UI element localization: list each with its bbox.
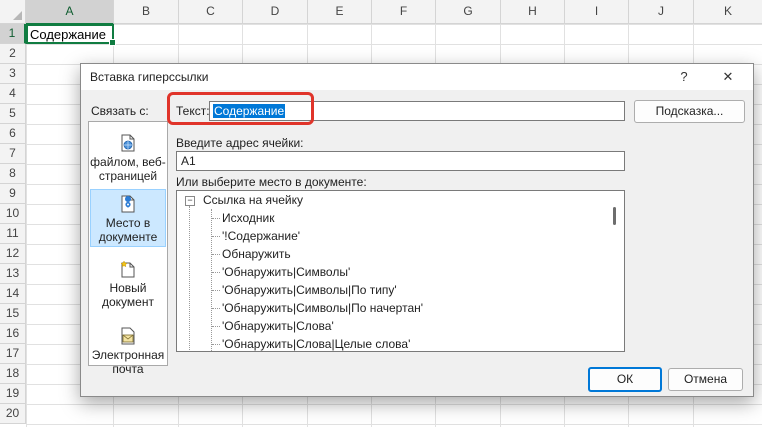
tree-item[interactable]: Исходник	[222, 211, 274, 225]
column-header-d[interactable]: D	[243, 0, 308, 24]
row-header-16[interactable]: 16	[0, 324, 26, 344]
column-header-h[interactable]: H	[501, 0, 565, 24]
row-header-6[interactable]: 6	[0, 124, 26, 144]
tree-connector	[212, 290, 220, 291]
new-document-icon	[120, 260, 135, 278]
tree-connector	[212, 218, 220, 219]
tree-item[interactable]: 'Обнаружить|Слова'	[222, 319, 334, 333]
tree-connector	[212, 236, 220, 237]
tree-item[interactable]: 'Обнаружить|Символы|По типу'	[222, 283, 397, 297]
cell-reference-label: Введите адрес ячейки:	[176, 136, 304, 150]
tree-item[interactable]: 'Обнаружить|Символы'	[222, 265, 350, 279]
row-header-20[interactable]: 20	[0, 404, 26, 424]
tree-connector	[212, 344, 220, 345]
row-header-10[interactable]: 10	[0, 204, 26, 224]
row-header-15[interactable]: 15	[0, 304, 26, 324]
collapse-icon[interactable]: −	[185, 196, 195, 206]
sidebar-item-new-doc-label-1: Новый	[109, 281, 147, 295]
row-header-8[interactable]: 8	[0, 164, 26, 184]
tree-connector	[212, 272, 220, 273]
tree-item[interactable]: Обнаружить	[222, 247, 291, 261]
row-header-5[interactable]: 5	[0, 104, 26, 124]
row-header-11[interactable]: 11	[0, 224, 26, 244]
sidebar-item-new-doc-label-2: документ	[102, 295, 154, 309]
place-in-document-icon	[121, 195, 135, 213]
column-header-i[interactable]: I	[565, 0, 629, 24]
column-header-c[interactable]: C	[179, 0, 243, 24]
row-header-2[interactable]: 2	[0, 44, 26, 64]
tree-item[interactable]: 'Обнаружить|Слова|Целые слова'	[222, 337, 410, 351]
tree-item[interactable]: '!Содержание'	[222, 229, 300, 243]
email-icon	[121, 327, 135, 345]
place-in-document-label: Или выберите место в документе:	[176, 175, 367, 189]
column-header-e[interactable]: E	[308, 0, 372, 24]
link-to-label: Связать с:	[91, 104, 149, 118]
sidebar-item-web-page[interactable]: файлом, веб- страницей	[90, 134, 166, 184]
sidebar-item-place-label-1: Место в	[105, 216, 151, 230]
row-header-13[interactable]: 13	[0, 264, 26, 284]
row-header-9[interactable]: 9	[0, 184, 26, 204]
tree-connector	[212, 254, 220, 255]
web-page-icon	[121, 134, 135, 152]
column-header-f[interactable]: F	[372, 0, 436, 24]
link-to-sidebar: файлом, веб- страницей Место в документе…	[88, 121, 168, 376]
tree-item[interactable]: 'Обнаружить|Символы|По начертан'	[222, 301, 423, 315]
tree-connector	[211, 209, 212, 351]
row-header-17[interactable]: 17	[0, 344, 26, 364]
row-header-12[interactable]: 12	[0, 244, 26, 264]
column-header-g[interactable]: G	[436, 0, 501, 24]
dialog-title: Вставка гиперссылки	[90, 70, 209, 84]
select-all-corner[interactable]	[0, 0, 26, 24]
sidebar-item-web-page-label-1: файлом, веб-	[90, 155, 166, 169]
column-header-k[interactable]: K	[694, 0, 762, 24]
sidebar-item-place-label-2: документе	[98, 230, 158, 244]
cell-a1[interactable]: Содержание	[26, 24, 116, 46]
row-header-1[interactable]: 1	[0, 24, 26, 44]
column-header-j[interactable]: J	[629, 0, 694, 24]
tree-root-cell-reference[interactable]: Ссылка на ячейку	[203, 193, 303, 207]
column-header-a[interactable]: A	[26, 0, 114, 25]
column-header-b[interactable]: B	[114, 0, 179, 24]
row-header-4[interactable]: 4	[0, 84, 26, 104]
annotation-highlight-box	[167, 92, 314, 125]
row-header-19[interactable]: 19	[0, 384, 26, 404]
row-header-3[interactable]: 3	[0, 64, 26, 84]
tree-connector	[189, 206, 190, 351]
cell-a1-value: Содержание	[30, 27, 106, 42]
tree-scrollbar-thumb[interactable]	[613, 207, 616, 225]
tree-connector	[212, 308, 220, 309]
dialog-titlebar[interactable]: Вставка гиперссылки ? ✕	[81, 64, 753, 90]
sidebar-item-email[interactable]: Электронная почта	[90, 327, 166, 376]
cancel-button[interactable]: Отмена	[668, 368, 743, 391]
row-header-18[interactable]: 18	[0, 364, 26, 384]
sidebar-item-web-page-label-2: страницей	[98, 169, 158, 183]
help-button[interactable]: ?	[671, 67, 697, 87]
sidebar-item-email-label-2: почта	[112, 362, 144, 376]
screen-tip-button[interactable]: Подсказка...	[634, 100, 745, 123]
insert-hyperlink-dialog: Вставка гиперссылки ? ✕ Связать с: файло…	[80, 63, 754, 397]
document-place-tree[interactable]: − Ссылка на ячейку Исходник '!Содержание…	[176, 190, 625, 352]
sidebar-item-new-document[interactable]: Новый документ	[90, 260, 166, 310]
row-header-14[interactable]: 14	[0, 284, 26, 304]
tree-connector	[212, 326, 220, 327]
close-button[interactable]: ✕	[715, 67, 741, 87]
cell-reference-value: A1	[181, 154, 196, 168]
ok-button[interactable]: ОК	[588, 367, 662, 392]
cell-reference-input[interactable]: A1	[176, 151, 625, 171]
row-header-7[interactable]: 7	[0, 144, 26, 164]
sidebar-item-place-in-document[interactable]: Место в документе	[90, 189, 166, 247]
sidebar-item-email-label-1: Электронная	[91, 348, 165, 362]
